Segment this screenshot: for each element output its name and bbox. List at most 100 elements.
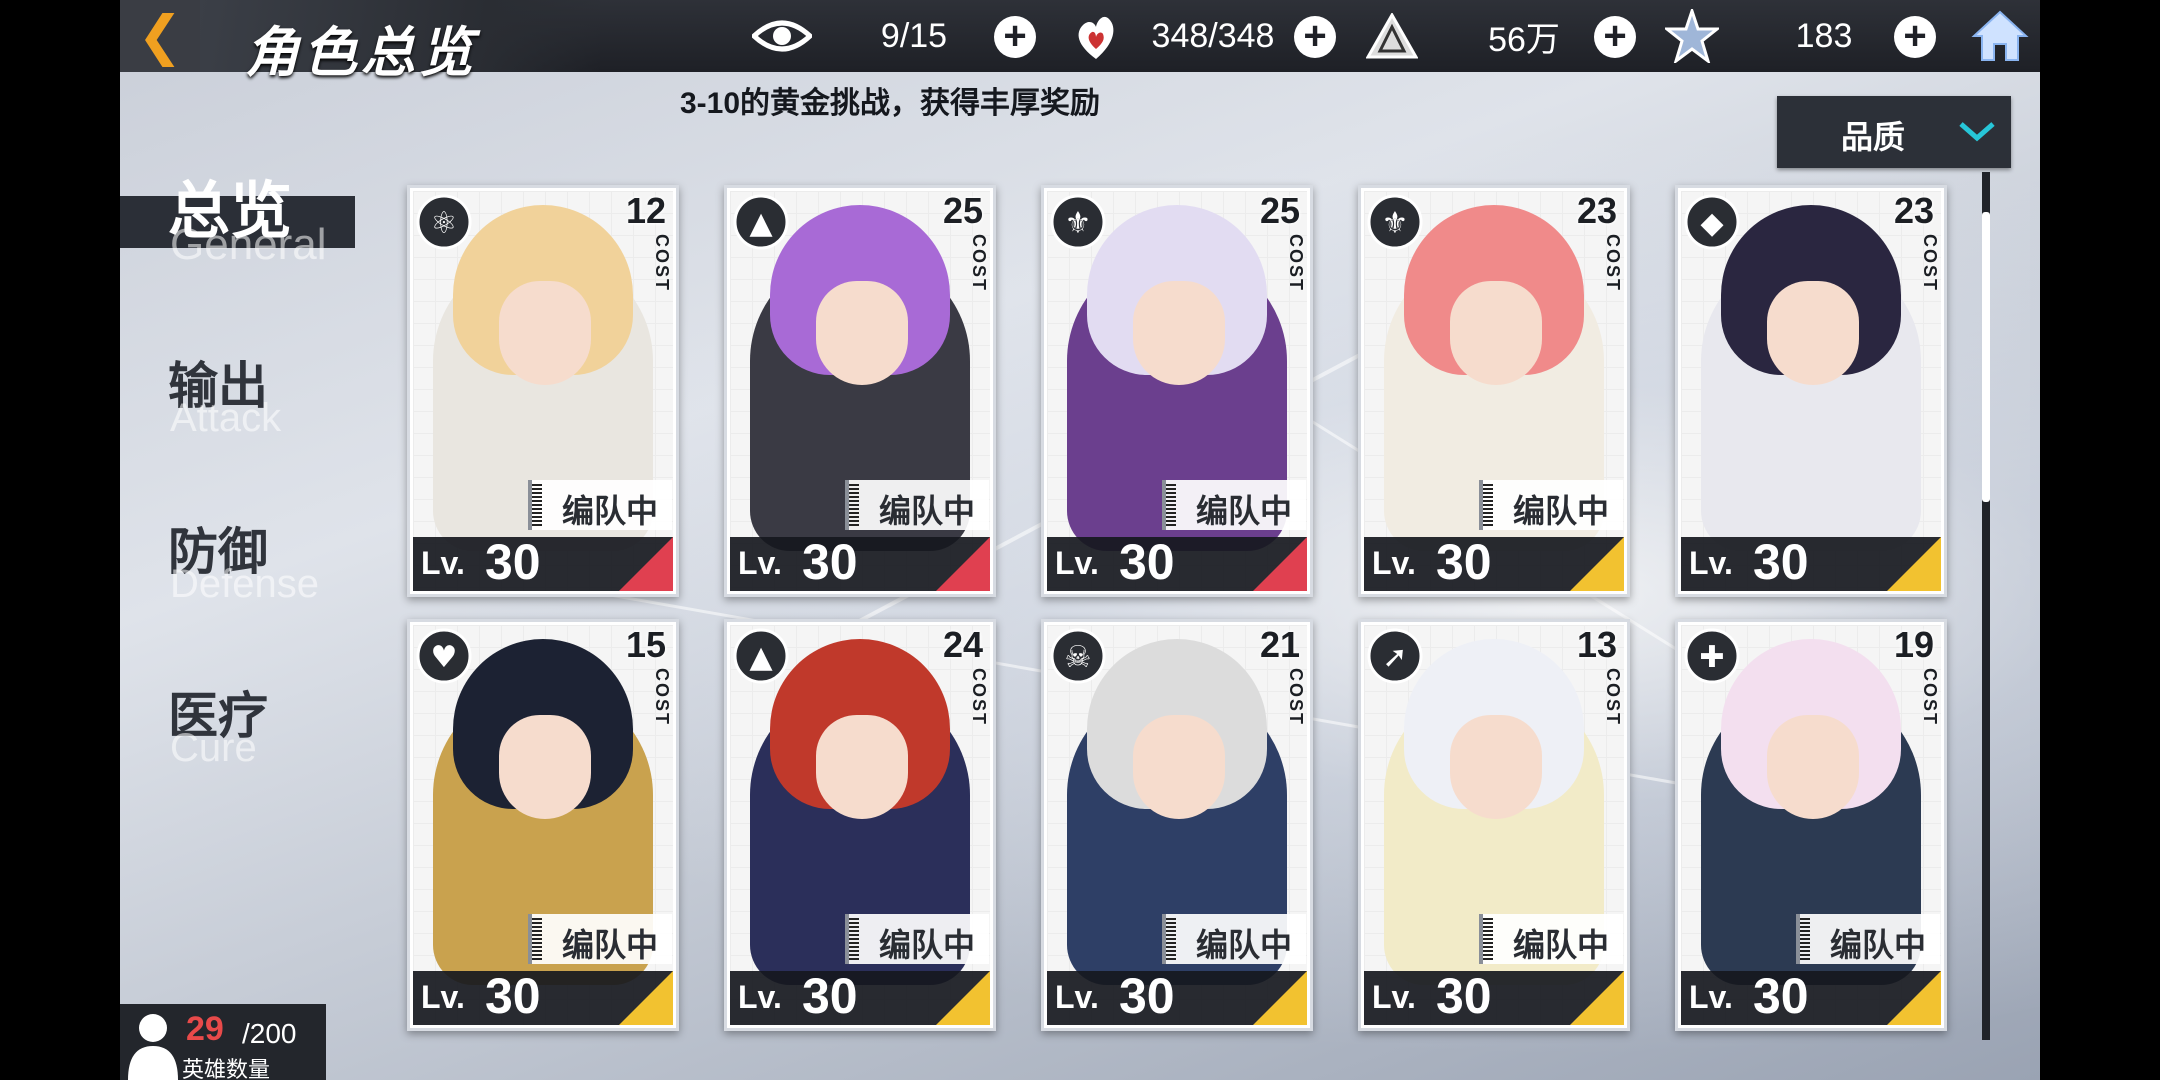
card-cost-label: COST <box>969 234 989 293</box>
heart-flame-icon <box>1064 4 1128 68</box>
character-card[interactable]: ⚜ 25 COST 编队中 Lv. 30 <box>1041 185 1313 597</box>
fox-mask-icon: ◆ <box>1682 192 1742 252</box>
hero-count-label: 英雄数量 <box>182 1057 271 1080</box>
level-value: 30 <box>802 534 858 590</box>
stat-energy: 348/348 <box>1064 0 1288 72</box>
stat-gold: 56万 <box>1360 0 1584 72</box>
barcode-stripes <box>1483 918 1493 960</box>
character-face <box>1450 715 1542 819</box>
level-bar: Lv. 30 <box>1681 534 1941 591</box>
level-bar: Lv. 30 <box>1364 534 1624 591</box>
add-stamina-button[interactable]: + <box>994 16 1036 58</box>
winged-heart-icon: ♥ <box>414 626 474 686</box>
level-prefix: Lv. <box>1372 979 1416 1015</box>
character-card[interactable]: ☠ 21 COST 编队中 Lv. 30 <box>1041 619 1313 1031</box>
sort-dropdown[interactable]: 品质 <box>1777 96 2011 168</box>
sort-label: 品质 <box>1841 119 1906 155</box>
card-cost: 23 <box>1893 190 1934 231</box>
add-energy-button[interactable]: + <box>1294 16 1336 58</box>
character-face <box>1133 281 1225 385</box>
character-card[interactable]: ➚ 13 COST 编队中 Lv. 30 <box>1358 619 1630 1031</box>
level-prefix: Lv. <box>1055 979 1099 1015</box>
add-crystal-button[interactable]: + <box>1894 16 1936 58</box>
rarity-corner <box>1887 537 1941 591</box>
crystal-star-icon <box>1660 4 1724 68</box>
in-team-label: 编队中 <box>1196 927 1293 963</box>
level-value: 30 <box>485 534 541 590</box>
svg-text:♥: ♥ <box>431 640 458 675</box>
character-card[interactable]: ▲ 25 COST 编队中 Lv. 30 <box>724 185 996 597</box>
character-card[interactable]: ⚜ 23 COST 编队中 Lv. 30 <box>1358 185 1630 597</box>
shield-cross-icon: ✚ <box>1682 626 1742 686</box>
level-bar: Lv. 30 <box>1681 968 1941 1025</box>
barcode-stripes <box>1166 918 1176 960</box>
pistol-icon: ▲ <box>731 626 791 686</box>
tab-defense-sublabel: Defense <box>170 562 319 606</box>
in-team-label: 编队中 <box>1513 927 1610 963</box>
character-card[interactable]: ✚ 19 COST 编队中 Lv. 30 <box>1675 619 1947 1031</box>
level-bar: Lv. 30 <box>730 534 990 591</box>
stat-crystal: 183 <box>1660 0 1884 72</box>
rarity-corner <box>936 971 990 1025</box>
rarity-corner <box>1570 537 1624 591</box>
level-value: 30 <box>485 968 541 1024</box>
in-team-badge: 编队中 <box>845 480 989 530</box>
level-bar: Lv. 30 <box>1364 968 1624 1025</box>
character-face <box>499 715 591 819</box>
tab-attack[interactable]: 输出 Attack <box>120 340 380 450</box>
stat-value: 9/15 <box>880 16 948 55</box>
tab-cure[interactable]: 医疗 Cure <box>120 670 380 780</box>
tab-cure-sublabel: Cure <box>170 726 257 770</box>
horned-skull-icon: ☠ <box>1048 626 1108 686</box>
level-value: 30 <box>1753 534 1809 590</box>
level-bar: Lv. 30 <box>413 534 673 591</box>
character-face <box>816 715 908 819</box>
hero-count-panel: 29 /200 英雄数量 <box>120 1004 326 1080</box>
level-value: 30 <box>1753 968 1809 1024</box>
card-cost-label: COST <box>1286 234 1306 293</box>
tab-general[interactable]: 总览 General <box>120 150 380 270</box>
in-team-badge: 编队中 <box>845 914 989 964</box>
svg-text:⚛: ⚛ <box>431 206 458 241</box>
back-arrow-icon: ❮ <box>137 6 183 66</box>
svg-text:☠: ☠ <box>1065 640 1092 675</box>
in-team-label: 编队中 <box>1513 493 1610 529</box>
barcode-stripes <box>849 484 859 526</box>
character-card[interactable]: ◆ 23 COST Lv. 30 <box>1675 185 1947 597</box>
rarity-corner <box>1570 971 1624 1025</box>
character-card[interactable]: ♥ 15 COST 编队中 Lv. 30 <box>407 619 679 1031</box>
level-bar: Lv. 30 <box>730 968 990 1025</box>
card-cost: 21 <box>1259 624 1300 665</box>
level-bar: Lv. 30 <box>413 968 673 1025</box>
tab-defense[interactable]: 防御 Defense <box>120 506 380 616</box>
in-team-badge: 编队中 <box>528 914 672 964</box>
in-team-badge: 编队中 <box>1162 480 1306 530</box>
character-card[interactable]: ⚛ 12 COST 编队中 Lv. 30 <box>407 185 679 597</box>
barcode-stripes <box>532 918 542 960</box>
level-value: 30 <box>802 968 858 1024</box>
level-prefix: Lv. <box>738 545 782 581</box>
announcement-marquee: 3-10的黄金挑战，获得丰厚奖励 <box>680 87 1101 120</box>
scrollbar-thumb[interactable] <box>1982 212 1990 502</box>
card-cost-label: COST <box>1603 234 1623 293</box>
home-button[interactable] <box>1970 6 2030 66</box>
character-card[interactable]: ▲ 24 COST 编队中 Lv. 30 <box>724 619 996 1031</box>
in-team-badge: 编队中 <box>1162 914 1306 964</box>
card-cost: 12 <box>625 190 666 231</box>
rarity-corner <box>1253 537 1307 591</box>
character-face <box>816 281 908 385</box>
home-icon <box>1971 10 2029 61</box>
top-bar: ❮ 角色总览 9/15 + 348/348 + 56万 + 183 + <box>120 0 2040 83</box>
card-cost-label: COST <box>1920 234 1940 293</box>
rarity-corner <box>619 537 673 591</box>
level-prefix: Lv. <box>1372 545 1416 581</box>
eye-icon <box>750 4 814 68</box>
level-value: 30 <box>1119 534 1175 590</box>
add-gold-button[interactable]: + <box>1594 16 1636 58</box>
barcode-stripes <box>1800 918 1810 960</box>
card-cost: 15 <box>625 624 666 665</box>
back-button[interactable]: ❮ <box>120 0 200 72</box>
stat-stamina: 9/15 <box>750 0 974 72</box>
in-team-badge: 编队中 <box>528 480 672 530</box>
card-cost: 25 <box>942 190 983 231</box>
